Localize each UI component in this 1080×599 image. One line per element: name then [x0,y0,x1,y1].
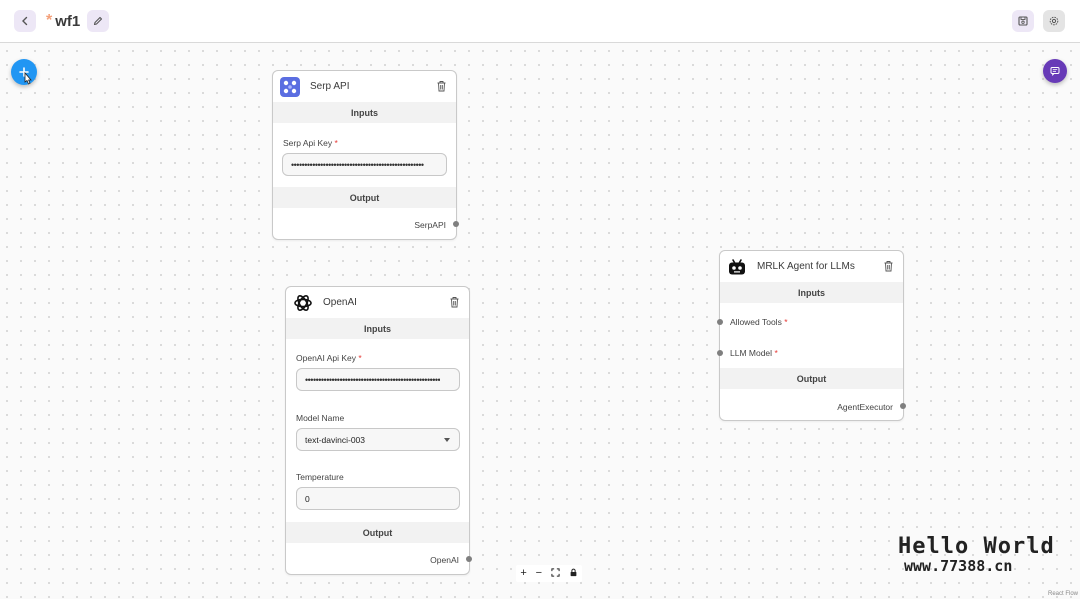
chevron-left-icon [22,16,28,26]
serp-api-key-label: Serp Api Key * [283,138,338,148]
allowed-tools-label: Allowed Tools * [730,317,788,327]
output-section-header: Output [286,522,469,543]
node-header: Serp API [273,71,456,102]
chat-icon [1050,67,1060,77]
canvas-controls: + − [516,565,582,582]
selected-model: text-davinci-003 [305,434,366,445]
serp-api-logo-icon [279,76,301,98]
output-section-header: Output [273,187,456,208]
serp-api-key-input[interactable]: ••••••••••••••••••••••••••••••••••••••••… [282,153,447,176]
openai-api-key-label: OpenAI Api Key * [296,353,362,363]
password-mask: ••••••••••••••••••••••••••••••••••••••••… [291,159,424,170]
save-button[interactable] [1012,10,1034,32]
output-handle[interactable] [453,221,459,227]
flow-canvas[interactable] [0,44,1080,599]
password-mask: ••••••••••••••••••••••••••••••••••••••••… [305,374,441,385]
mrlk-agent-node[interactable]: MRLK Agent for LLMs Inputs Allowed Tools… [717,250,906,421]
dropdown-caret-icon [444,438,450,442]
back-button[interactable] [14,10,36,32]
robot-icon [726,256,748,278]
llm-model-label: LLM Model * [730,348,778,358]
save-icon [1018,16,1028,26]
watermark-url: www.77388.cn [904,557,1013,575]
label-text: LLM Model [730,348,773,358]
zoom-out-button[interactable]: − [536,568,542,579]
pencil-icon [93,16,103,26]
output-handle[interactable] [900,403,906,409]
watermark: Hello World www.77388.cn [898,534,1055,575]
workflow-title-wrap: * wf1 [46,10,80,32]
output-section-header: Output [720,368,903,389]
node-title: Serp API [310,81,350,92]
label-text: Allowed Tools [730,317,782,327]
output-label: SerpAPI [414,220,446,230]
required-marker: * [774,348,778,358]
inputs-section-header: Inputs [286,318,469,339]
required-marker: * [358,353,362,363]
fit-view-button[interactable] [551,567,560,580]
allowed-tools-handle[interactable] [717,319,723,325]
node-header: MRLK Agent for LLMs [720,251,903,282]
serp-api-node[interactable]: Serp API Inputs Serp Api Key * •••••••••… [272,70,459,240]
node-title: MRLK Agent for LLMs [757,261,855,272]
llm-model-handle[interactable] [717,350,723,356]
settings-button[interactable] [1043,10,1065,32]
unsaved-indicator: * [46,12,53,29]
label-text: Serp Api Key [283,138,333,148]
temperature-label: Temperature [296,472,344,482]
react-flow-attribution[interactable]: React Flow [1048,591,1078,597]
model-name-label: Model Name [296,413,345,423]
openai-logo-icon [292,292,314,314]
edit-title-button[interactable] [87,10,109,32]
node-header: OpenAI [286,287,469,318]
openai-node[interactable]: OpenAI Inputs OpenAI Api Key * •••••••••… [285,286,472,575]
required-marker: * [784,317,788,327]
header-bar: * wf1 [0,0,1080,43]
model-name-select[interactable]: text-davinci-003 [296,428,460,451]
output-label: AgentExecutor [837,402,893,412]
output-label: OpenAI [430,555,459,565]
lock-icon [570,568,576,576]
zoom-in-button[interactable]: + [520,568,526,579]
delete-node-icon[interactable] [449,296,460,308]
inputs-section-header: Inputs [720,282,903,303]
gear-icon [1049,16,1059,26]
delete-node-icon[interactable] [436,80,447,92]
delete-node-icon[interactable] [883,260,894,272]
output-handle[interactable] [466,556,472,562]
inputs-section-header: Inputs [273,102,456,123]
label-text: OpenAI Api Key [296,353,357,363]
lock-button[interactable] [569,568,578,580]
mouse-pointer-icon [24,72,32,85]
fit-view-icon [551,567,560,577]
node-title: OpenAI [323,297,357,308]
temperature-value: 0 [305,493,310,504]
required-marker: * [334,138,338,148]
watermark-title: Hello World [898,534,1055,559]
chat-button[interactable] [1043,59,1067,83]
workflow-title: wf1 [55,12,81,30]
openai-api-key-input[interactable]: ••••••••••••••••••••••••••••••••••••••••… [296,368,460,391]
temperature-input[interactable]: 0 [296,487,460,510]
